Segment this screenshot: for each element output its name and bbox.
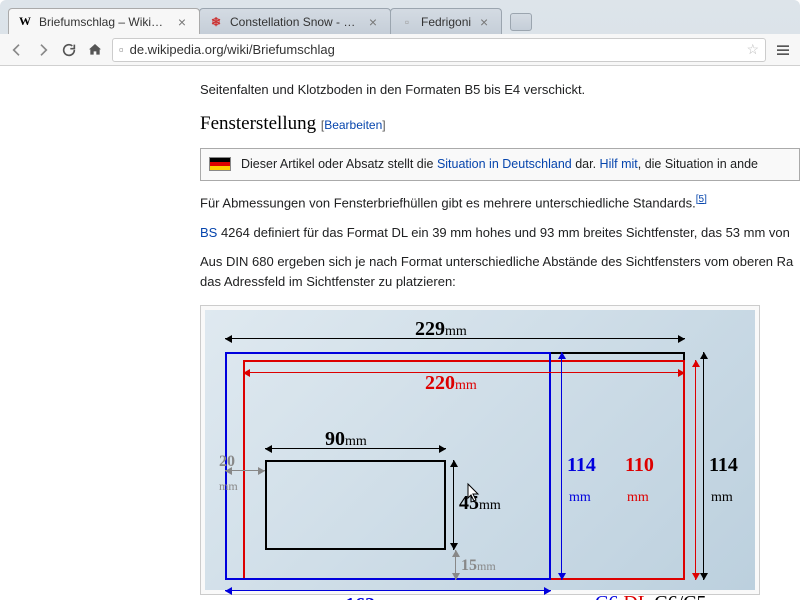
hatnote: Dieser Artikel oder Absatz stellt die Si… (200, 148, 800, 181)
body-text: Für Abmessungen von Fensterbriefhüllen g… (200, 191, 800, 213)
tab-inactive[interactable]: ▫ Fedrigoni × (390, 8, 502, 34)
tab-inactive[interactable]: ❄ Constellation Snow - Pape × (199, 8, 391, 34)
close-icon[interactable]: × (366, 15, 380, 29)
format-labels: C6 DL C6/C5 (595, 588, 707, 600)
body-text: Seitenfalten und Klotzboden in den Forma… (200, 80, 800, 100)
close-icon[interactable]: × (175, 15, 189, 29)
tab-title: Fedrigoni (421, 15, 471, 29)
link-situation-de[interactable]: Situation in Deutschland (437, 157, 572, 171)
tab-title: Briefumschlag – Wikipedia (39, 15, 169, 29)
body-text: Aus DIN 680 ergeben sich je nach Format … (200, 252, 800, 291)
link-hilf-mit[interactable]: Hilf mit (600, 157, 638, 171)
link-bs[interactable]: BS (200, 225, 217, 240)
page-info-icon[interactable]: ▫ (119, 42, 124, 57)
envelope-diagram[interactable]: 229mm 220mm 90mm 20mm 45mm 15mm 114mm 11… (205, 310, 755, 590)
page-content: Seitenfalten und Klotzboden in den Forma… (0, 66, 800, 600)
url-input[interactable] (130, 42, 741, 57)
section-heading: Fensterstellung Bearbeiten (200, 110, 800, 139)
menu-button[interactable] (774, 41, 792, 59)
wikipedia-icon: W (17, 14, 33, 30)
new-tab-button[interactable] (510, 13, 532, 31)
tab-active[interactable]: W Briefumschlag – Wikipedia × (8, 8, 200, 34)
reload-button[interactable] (60, 41, 78, 59)
tab-title: Constellation Snow - Pape (230, 15, 360, 29)
toolbar: ▫ ☆ (0, 34, 800, 66)
body-text: BS 4264 definiert für das Format DL ein … (200, 223, 800, 243)
bookmark-icon[interactable]: ☆ (746, 41, 759, 58)
page-icon: ▫ (399, 14, 415, 30)
germany-flag-icon (209, 157, 231, 171)
diagram-container: 229mm 220mm 90mm 20mm 45mm 15mm 114mm 11… (200, 305, 760, 595)
address-bar[interactable]: ▫ ☆ (112, 38, 766, 62)
forward-button[interactable] (34, 41, 52, 59)
footnote-link[interactable]: [5] (696, 194, 707, 205)
back-button[interactable] (8, 41, 26, 59)
tab-strip: W Briefumschlag – Wikipedia × ❄ Constell… (0, 0, 800, 34)
home-button[interactable] (86, 41, 104, 59)
page-icon: ❄ (208, 14, 224, 30)
close-icon[interactable]: × (477, 15, 491, 29)
edit-link[interactable]: Bearbeiten (324, 118, 382, 132)
